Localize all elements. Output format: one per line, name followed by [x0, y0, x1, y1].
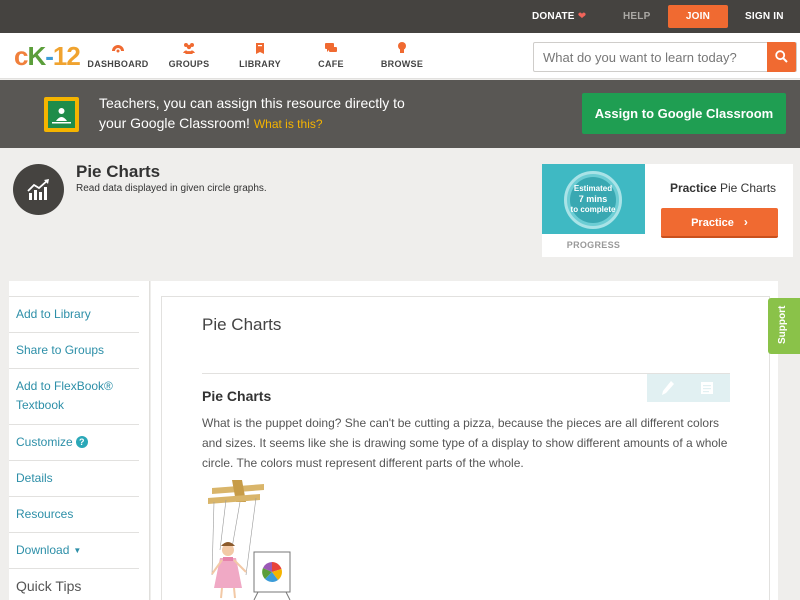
search-icon	[775, 50, 788, 63]
library-icon	[256, 43, 264, 54]
nav-dashboard[interactable]: DASHBOARD	[83, 41, 153, 69]
help-question-icon[interactable]: ?	[75, 436, 88, 448]
sidebar-customize[interactable]: Customize?	[9, 424, 139, 460]
estimated-suffix: to complete	[570, 205, 616, 214]
practice-button[interactable]: Practice ›	[661, 208, 778, 238]
donate-link[interactable]: DONATE ❤	[532, 0, 586, 33]
practice-heading: Practice Pie Charts	[661, 181, 785, 195]
nav-cafe[interactable]: CAFE	[296, 41, 366, 69]
search-box	[533, 42, 797, 72]
nav-browse[interactable]: BROWSE	[367, 41, 437, 69]
download-label: Download	[16, 543, 70, 557]
lightbulb-icon	[398, 42, 406, 53]
sidebar-resources[interactable]: Resources	[9, 496, 139, 532]
customize-label: Customize	[16, 435, 73, 449]
progress-label: PROGRESS	[566, 240, 621, 250]
sidebar-details[interactable]: Details	[9, 460, 139, 496]
sidebar-download[interactable]: Download ▼	[9, 532, 139, 568]
puppet-illustration	[208, 480, 291, 600]
groups-icon	[183, 43, 195, 54]
practice-heading-topic: Pie Charts	[720, 181, 777, 195]
practice-heading-bold: Practice	[669, 181, 717, 195]
donate-label: DONATE	[532, 11, 575, 22]
nav-library-label: LIBRARY	[239, 59, 281, 69]
estimated-time-graphic: Estimated 7 mins to complete	[542, 164, 645, 234]
google-classroom-icon	[44, 97, 79, 132]
sidebar-share-to-groups[interactable]: Share to Groups	[9, 332, 139, 368]
estimated-label: Estimated	[573, 184, 613, 193]
search-input[interactable]	[534, 43, 768, 71]
page-subtitle: Read data displayed in given circle grap…	[76, 183, 267, 194]
estimated-minutes: 7 mins	[578, 194, 608, 204]
nav-groups[interactable]: GROUPS	[154, 41, 224, 69]
support-label: Support	[777, 305, 788, 344]
sidebar-add-to-library[interactable]: Add to Library	[9, 296, 139, 332]
article-title: Pie Charts	[202, 315, 282, 334]
main-nav-bar: cK-12 DASHBOARD GROUPS LIBRARY CAFE BROW…	[0, 33, 800, 79]
chevron-right-icon: ›	[743, 215, 748, 229]
what-is-this-link[interactable]: What is this?	[254, 117, 323, 131]
caret-down-icon: ▼	[73, 546, 82, 555]
nav-library[interactable]: LIBRARY	[225, 41, 295, 69]
nav-groups-label: GROUPS	[168, 59, 210, 69]
pencil-icon[interactable]	[661, 380, 675, 396]
top-utility-bar: DONATE ❤ HELP JOIN SIGN IN	[0, 0, 800, 33]
article-body: What is the puppet doing? She can't be c…	[202, 416, 728, 470]
nav-dashboard-label: DASHBOARD	[87, 59, 149, 69]
section-title: Pie Charts	[202, 388, 272, 404]
practice-card: Estimated 7 mins to complete PROGRESS Pr…	[542, 164, 793, 257]
notes-icon[interactable]	[700, 380, 714, 396]
sidebar-add-to-flexbook[interactable]: Add to FlexBook® Textbook	[9, 368, 139, 424]
sign-in-link[interactable]: SIGN IN	[745, 0, 784, 33]
ck12-logo[interactable]: cK-12	[14, 42, 81, 70]
support-tab[interactable]: Support	[768, 298, 800, 354]
cafe-chat-icon	[325, 43, 337, 52]
help-link[interactable]: HELP	[623, 0, 650, 33]
join-button[interactable]: JOIN	[668, 5, 728, 28]
dashboard-icon	[112, 45, 124, 53]
search-button[interactable]	[767, 42, 796, 72]
heart-icon: ❤	[577, 11, 587, 22]
article-tools	[647, 374, 730, 402]
nav-browse-label: BROWSE	[380, 59, 424, 69]
assign-to-google-classroom-button[interactable]: Assign to Google Classroom	[582, 93, 786, 134]
banner-line-1: Teachers, you can assign this resource d…	[99, 95, 405, 111]
banner-message: Teachers, you can assign this resource d…	[99, 93, 459, 134]
nav-cafe-label: CAFE	[318, 59, 344, 69]
banner-line-2: your Google Classroom!	[99, 115, 250, 131]
practice-button-label: Practice	[691, 217, 734, 229]
page-title: Pie Charts	[76, 162, 161, 181]
resource-sidebar: Add to Library Share to Groups Add to Fl…	[9, 281, 150, 600]
sidebar-quick-tips[interactable]: Quick Tips	[9, 568, 139, 600]
chart-trend-icon	[13, 164, 64, 215]
